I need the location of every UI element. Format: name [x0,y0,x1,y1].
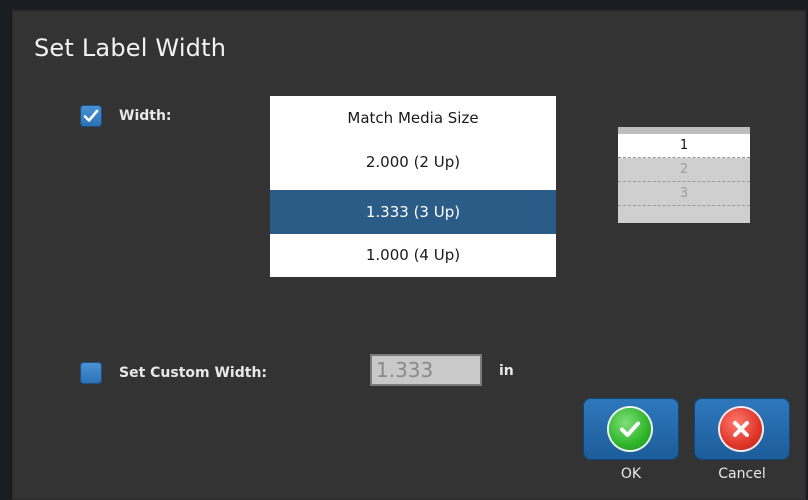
custom-width-label: Set Custom Width: [119,365,268,381]
ok-check-icon [609,408,651,450]
list-item-4-up[interactable]: 1.000 (4 Up) [270,233,556,277]
cancel-x-icon [720,408,762,450]
ok-button-label[interactable]: OK [583,466,679,482]
spinner-top-bar [618,127,750,134]
width-options-list[interactable]: Match Media Size 2.000 (2 Up) 1.333 (3 U… [270,96,556,277]
spinner-row-3[interactable]: 3 [618,182,750,206]
up-count-spinner[interactable]: 1 2 3 [618,127,750,223]
list-item-2-up[interactable]: 2.000 (2 Up) [270,140,556,184]
width-label: Width: [119,108,172,124]
cancel-button-label[interactable]: Cancel [694,466,790,482]
list-item-3-up[interactable]: 1.333 (3 Up) [270,190,556,234]
cancel-button[interactable] [694,398,790,460]
ok-button[interactable] [583,398,679,460]
spinner-row-2[interactable]: 2 [618,158,750,182]
custom-width-checkbox[interactable] [80,362,102,384]
spinner-row-1[interactable]: 1 [618,134,750,158]
set-label-width-dialog: Set Label Width Width: Match Media Size … [12,10,806,500]
dialog-title: Set Label Width [34,34,227,62]
custom-width-input[interactable] [370,354,482,386]
checkmark-icon [83,109,99,122]
unit-label: in [499,363,514,379]
list-item-match-media-size[interactable]: Match Media Size [270,96,556,140]
width-checkbox[interactable] [80,105,102,127]
